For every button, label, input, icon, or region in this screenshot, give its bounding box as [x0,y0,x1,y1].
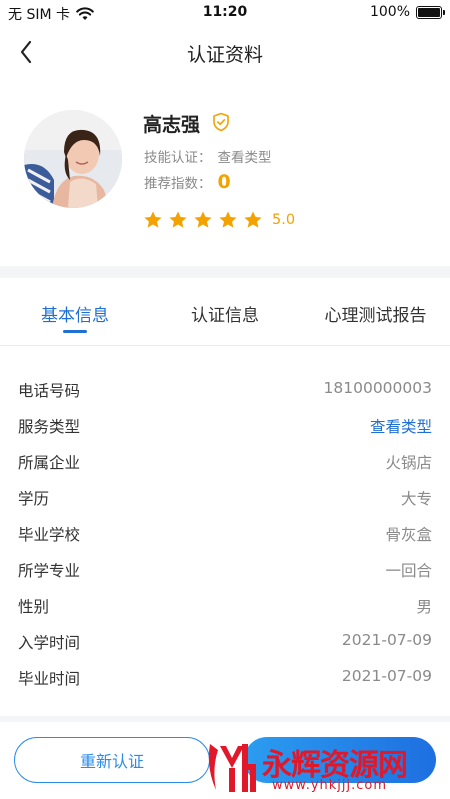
battery-fill [418,7,440,17]
info-value: 火锅店 [385,454,432,472]
star-list [143,210,268,230]
service-type-link[interactable]: 查看类型 [370,415,432,437]
recommend-label: 推荐指数： [144,176,212,192]
info-row-service-type: 服务类型 查看类型 [0,407,450,443]
info-value: 一回合 [385,562,432,580]
info-value: 骨灰盒 [385,526,432,544]
tab-bar: 基本信息 认证信息 心理测试报告 [0,278,450,346]
star-icon [144,211,162,228]
info-row-graduate-date: 毕业时间 2021-07-09 [0,659,450,695]
footer-divider [0,716,450,722]
info-value: 2021-07-09 [341,667,432,685]
info-row-education: 学历 大专 [0,479,450,515]
star-icon [169,211,187,228]
info-row-phone: 电话号码 18100000003 [0,371,450,407]
status-bar: 无 SIM 卡 11:20 100% [0,0,450,26]
profile-card: 高志强 技能认证： 查看类型 推荐指数： 0 5.0 [0,78,450,266]
info-list: 电话号码 18100000003 服务类型 查看类型 所属企业 火锅店 学历 大… [0,371,450,695]
skill-row: 技能认证： 查看类型 [144,146,272,166]
status-right: 100% [369,4,445,20]
tab-active-indicator [63,330,87,333]
reauth-button[interactable]: 重新认证 [14,737,210,783]
tab-certification-info[interactable]: 认证信息 [185,301,265,326]
shield-check-icon [213,112,229,132]
avatar [24,110,122,208]
tab-basic-info[interactable]: 基本信息 [35,301,115,326]
info-row-school: 毕业学校 骨灰盒 [0,515,450,551]
info-label: 性别 [18,598,50,616]
page-title: 认证资料 [186,44,263,66]
user-name: 高志强 [143,114,201,136]
recommend-row: 推荐指数： 0 [144,171,231,193]
battery-icon [416,5,445,19]
info-label: 电话号码 [18,382,81,400]
info-label: 入学时间 [18,634,81,652]
section-divider [0,266,450,278]
rating-stars: 5.0 [143,210,295,230]
info-label: 服务类型 [18,418,81,436]
info-value: 2021-07-09 [341,631,432,649]
primary-action-button[interactable] [244,737,436,783]
info-row-enroll-date: 入学时间 2021-07-09 [0,623,450,659]
skill-view-link[interactable]: 查看类型 [218,146,272,166]
info-row-company: 所属企业 火锅店 [0,443,450,479]
star-icon [194,211,212,228]
rating-value: 5.0 [272,212,296,228]
info-value: 男 [416,598,432,616]
star-icon [219,211,237,228]
info-label: 毕业学校 [18,526,81,544]
skill-label: 技能认证： [144,150,212,166]
info-value: 大专 [400,490,432,508]
info-label: 学历 [18,490,50,508]
nav-bar: 认证资料 [0,26,450,78]
info-label: 所学专业 [18,562,81,580]
info-label: 毕业时间 [18,670,81,688]
star-icon [244,211,262,228]
info-value: 18100000003 [323,379,432,397]
avatar-photo [24,110,122,208]
tab-psych-report[interactable]: 心理测试报告 [318,301,433,326]
info-row-gender: 性别 男 [0,587,450,623]
battery-percent: 100% [369,4,410,20]
info-row-major: 所学专业 一回合 [0,551,450,587]
info-label: 所属企业 [18,454,81,472]
recommend-score: 0 [217,171,231,193]
